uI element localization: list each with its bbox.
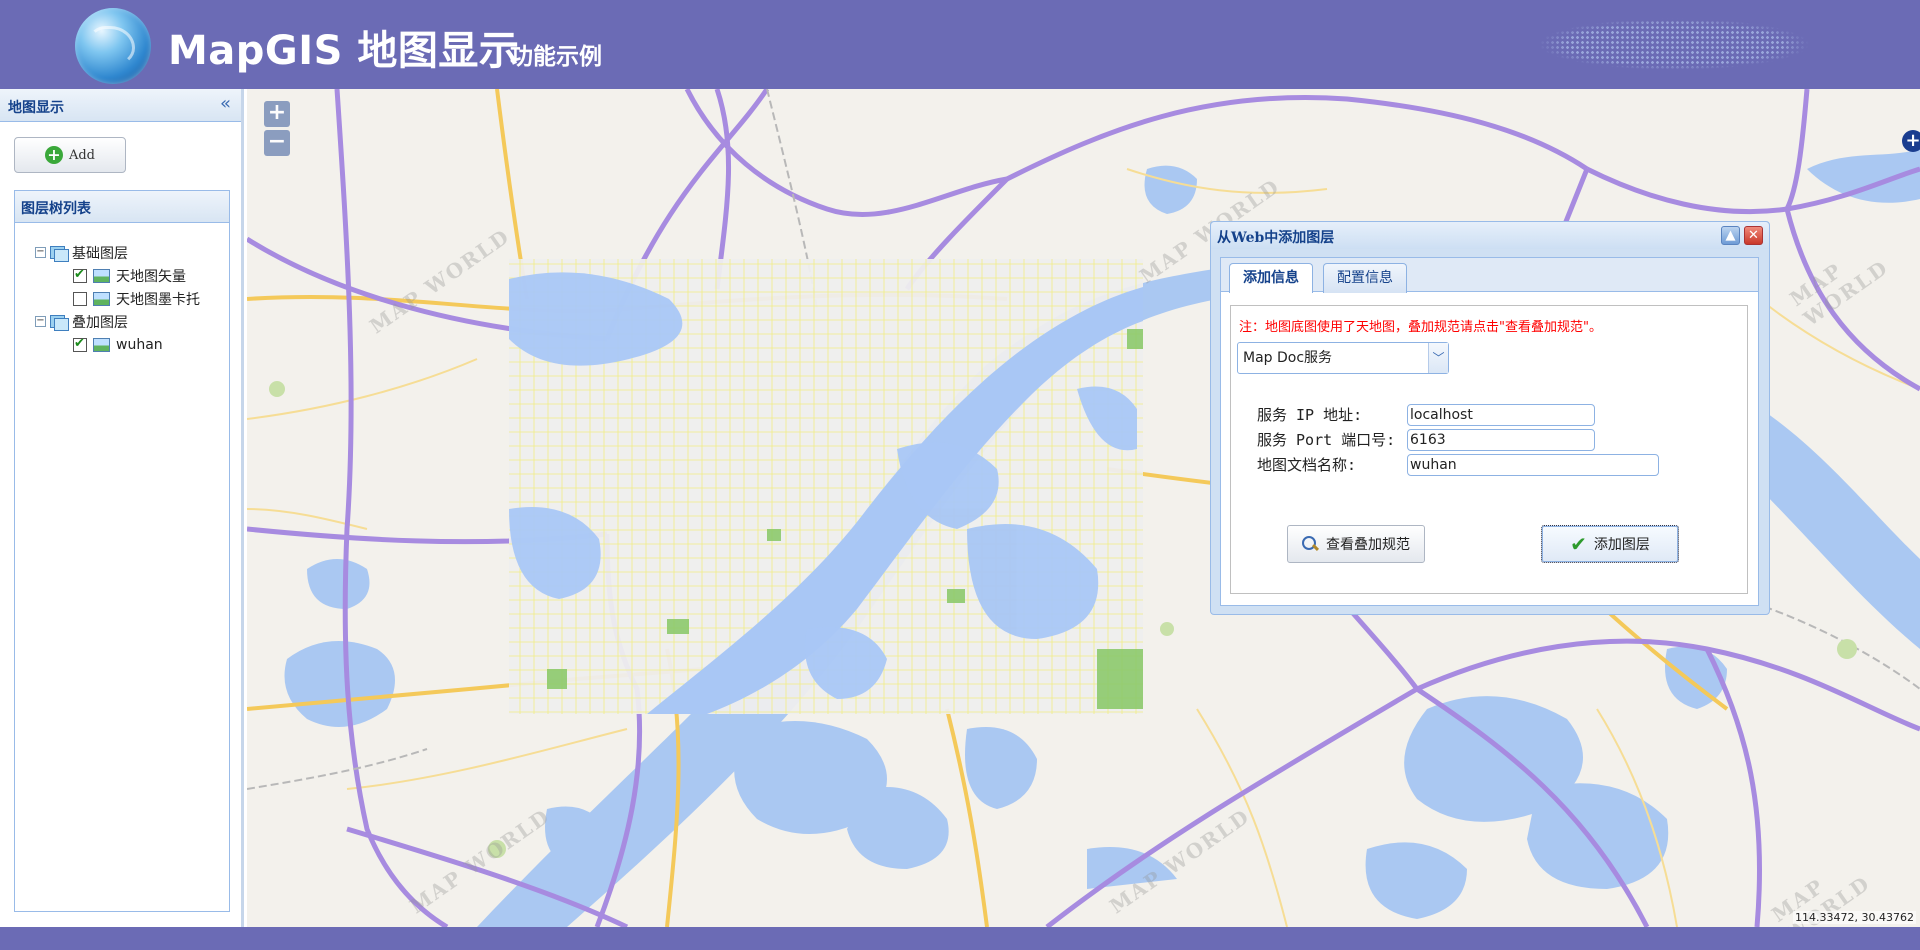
- zoom-out-button[interactable]: −: [264, 130, 290, 156]
- app-subtitle: 功能示例: [510, 44, 602, 70]
- ip-input[interactable]: localhost: [1407, 404, 1595, 426]
- ip-label: 服务 IP 地址:: [1257, 406, 1363, 424]
- layer-switcher-plus-icon[interactable]: +: [1902, 130, 1920, 152]
- magnifier-icon: [1302, 535, 1319, 553]
- layer-checkbox[interactable]: [73, 267, 87, 283]
- tree-node-label: 基础图层: [72, 245, 128, 262]
- tree-node-base-layers[interactable]: − 基础图层: [35, 241, 200, 264]
- collapse-up-icon[interactable]: ▲: [1721, 226, 1740, 245]
- tree-node-tianditu-vector[interactable]: 天地图矢量: [35, 264, 200, 287]
- mouse-coordinates: 114.33472, 30.43762: [1793, 911, 1916, 924]
- tree-node-label: 叠加图层: [72, 314, 128, 331]
- globe-logo-icon: [75, 8, 151, 84]
- left-panel: 地图显示 « + Add 图层树列表 − 基础图层 天地图矢量: [0, 89, 244, 927]
- port-input[interactable]: 6163: [1407, 429, 1595, 451]
- dialog-title: 从Web中添加图层: [1217, 230, 1335, 246]
- layer-tree: − 基础图层 天地图矢量 天地图墨卡托 − 叠加图层: [35, 241, 200, 356]
- close-icon[interactable]: ✕: [1744, 226, 1763, 245]
- add-layer-button[interactable]: ✔ 添加图层: [1541, 525, 1679, 563]
- tree-node-wuhan[interactable]: wuhan: [35, 333, 200, 356]
- app-footer: [0, 927, 1920, 950]
- layer-group-icon: [50, 314, 69, 331]
- tree-node-label: 天地图墨卡托: [116, 291, 200, 308]
- zoom-in-button[interactable]: +: [264, 101, 290, 127]
- left-panel-header: 地图显示 «: [0, 89, 241, 122]
- add-layer-label: 添加图层: [1593, 537, 1650, 553]
- tab-config-info[interactable]: 配置信息: [1323, 263, 1407, 293]
- collapse-toggle-icon[interactable]: −: [35, 247, 46, 258]
- tree-node-tianditu-mercator[interactable]: 天地图墨卡托: [35, 287, 200, 310]
- tab-add-info[interactable]: 添加信息: [1229, 263, 1313, 293]
- left-panel-title: 地图显示: [8, 100, 64, 116]
- add-button[interactable]: + Add: [14, 137, 126, 173]
- layer-tree-header: 图层树列表: [15, 191, 229, 223]
- tree-node-label: wuhan: [116, 336, 163, 353]
- tab-strip: 添加信息 配置信息: [1221, 258, 1758, 293]
- service-type-select[interactable]: Map Doc服务 ﹀: [1237, 342, 1449, 374]
- add-web-layer-dialog: 从Web中添加图层 ▲ ✕ 添加信息 配置信息 注：地图底图使用了天地图，叠加规…: [1210, 221, 1770, 615]
- add-info-form: 注：地图底图使用了天地图，叠加规范请点击"查看叠加规范"。 Map Doc服务 …: [1230, 305, 1748, 594]
- dialog-header[interactable]: 从Web中添加图层 ▲ ✕: [1211, 222, 1769, 249]
- map-doc-label: 地图文档名称:: [1257, 456, 1357, 474]
- port-label: 服务 Port 端口号:: [1257, 431, 1396, 449]
- tree-node-label: 天地图矢量: [116, 268, 186, 285]
- view-spec-label: 查看叠加规范: [1326, 537, 1410, 553]
- chevron-down-icon[interactable]: ﹀: [1428, 343, 1448, 373]
- collapse-double-chevron-icon[interactable]: «: [220, 95, 231, 113]
- image-layer-icon: [93, 268, 110, 283]
- image-layer-icon: [93, 291, 110, 306]
- add-button-label: Add: [68, 147, 96, 163]
- app-title: MapGIS 地图显示: [168, 28, 520, 74]
- view-spec-button[interactable]: 查看叠加规范: [1287, 525, 1425, 563]
- image-layer-icon: [93, 337, 110, 352]
- plus-icon: +: [44, 146, 63, 164]
- layer-checkbox[interactable]: [73, 336, 87, 352]
- tree-node-overlay-layers[interactable]: − 叠加图层: [35, 310, 200, 333]
- layer-tree-panel: 图层树列表 − 基础图层 天地图矢量 天地图墨卡托 −: [14, 190, 230, 912]
- overlay-note: 注：地图底图使用了天地图，叠加规范请点击"查看叠加规范"。: [1239, 320, 1602, 335]
- checkmark-icon: ✔: [1570, 532, 1587, 556]
- map-doc-input[interactable]: wuhan: [1407, 454, 1659, 476]
- layer-group-icon: [50, 245, 69, 262]
- world-map-decoration: [1530, 10, 1890, 86]
- app-header: MapGIS 地图显示 功能示例: [0, 0, 1920, 89]
- service-type-value: Map Doc服务: [1243, 350, 1333, 366]
- layer-tree-title: 图层树列表: [21, 201, 91, 217]
- layer-checkbox[interactable]: [73, 291, 87, 306]
- collapse-toggle-icon[interactable]: −: [35, 316, 46, 327]
- dialog-body: 添加信息 配置信息 注：地图底图使用了天地图，叠加规范请点击"查看叠加规范"。 …: [1220, 257, 1759, 606]
